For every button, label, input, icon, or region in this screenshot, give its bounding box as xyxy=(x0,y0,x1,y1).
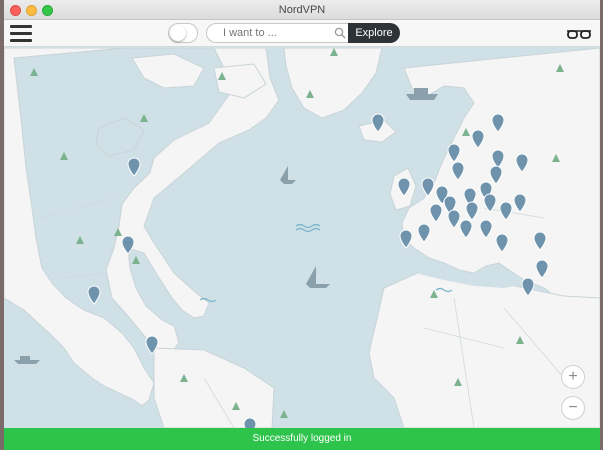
window-title: NordVPN xyxy=(278,4,326,16)
glasses-icon[interactable] xyxy=(566,27,592,41)
search-icon xyxy=(334,27,346,39)
zoom-in-button[interactable]: + xyxy=(561,365,585,389)
app-window: NordVPN Explore xyxy=(4,0,600,450)
search-input[interactable] xyxy=(206,23,352,43)
world-map[interactable] xyxy=(4,48,600,428)
title-bar: NordVPN xyxy=(4,0,600,20)
explore-button[interactable]: Explore xyxy=(348,23,400,43)
status-bar: Successfully logged in xyxy=(4,428,600,450)
toggle-knob xyxy=(170,25,186,41)
toolbar: Explore xyxy=(4,20,600,47)
hamburger-menu-icon[interactable] xyxy=(10,25,32,43)
zoom-out-button[interactable]: − xyxy=(561,396,585,420)
vpn-toggle[interactable] xyxy=(168,23,198,43)
